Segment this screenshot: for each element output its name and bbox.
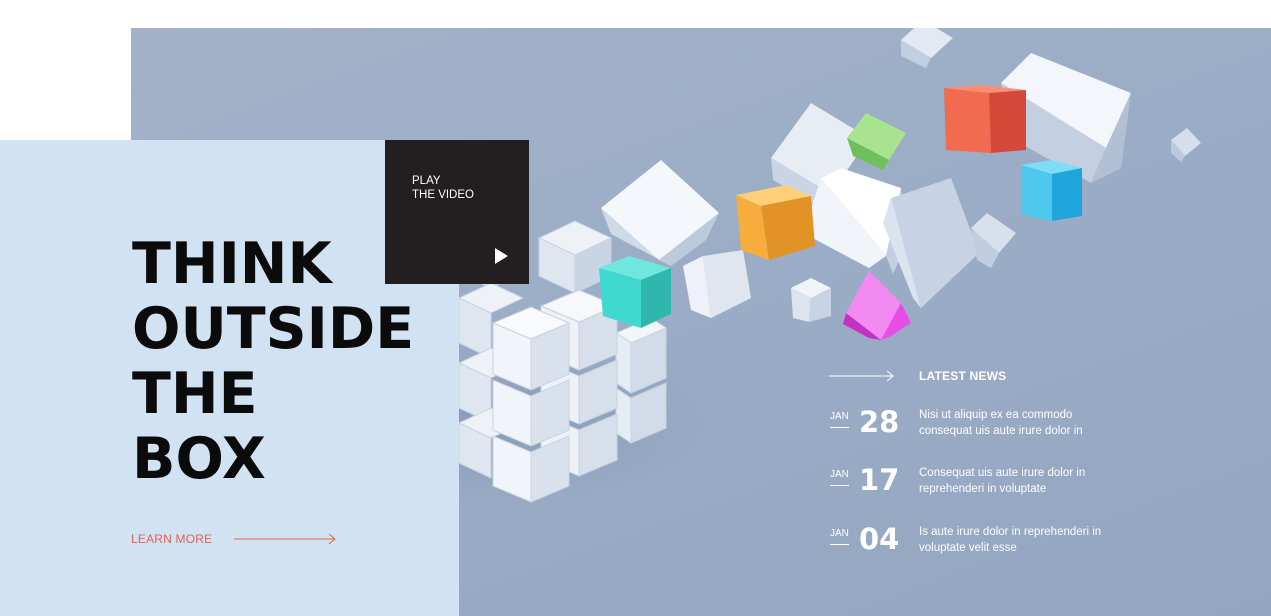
- headline-line: OUTSIDE: [132, 296, 415, 362]
- white-cube-large: [601, 160, 719, 266]
- blue-cube: [1021, 160, 1082, 221]
- play-video-button[interactable]: PLAY THE VIDEO: [385, 140, 529, 284]
- news-text: Consequat uis aute irure dolor in repreh…: [919, 465, 1129, 497]
- white-cube-right: [883, 178, 979, 308]
- latest-news-title: LATEST NEWS: [919, 369, 1007, 383]
- teal-cube: [599, 256, 671, 328]
- news-day: 04: [859, 522, 900, 556]
- play-video-label-line2: THE VIDEO: [412, 189, 474, 201]
- latest-news: LATEST NEWS JAN 28 Nisi ut aliquip ex ea…: [829, 366, 1129, 556]
- learn-more-link[interactable]: LEARN MORE: [131, 530, 338, 548]
- news-month: JAN: [830, 469, 849, 486]
- white-cube-medium: [683, 250, 751, 318]
- magenta-cube: [843, 271, 911, 340]
- news-text-line: Nisi ut aliquip ex ea commodo: [919, 409, 1073, 421]
- orange-cube: [736, 185, 815, 260]
- news-text: Is aute irure dolor in reprehenderi in v…: [919, 524, 1129, 556]
- news-day: 28: [859, 405, 900, 439]
- news-text: Nisi ut aliquip ex ea commodo consequat …: [919, 407, 1129, 439]
- news-text-line: consequat uis aute irure dolor in: [919, 425, 1083, 437]
- headline-line: BOX: [132, 426, 266, 492]
- news-month: JAN: [830, 411, 849, 428]
- news-text-line: voluptate velit esse: [919, 542, 1017, 554]
- arrow-right-icon: [829, 370, 894, 382]
- page-title: THINK OUTSIDE THE BOX: [132, 232, 414, 492]
- green-cube: [847, 113, 906, 170]
- play-video-label-line1: PLAY: [412, 175, 441, 187]
- small-cube-center: [791, 278, 831, 322]
- news-day: 17: [859, 463, 900, 497]
- news-text-line: Consequat uis aute irure dolor in: [919, 467, 1086, 479]
- play-icon: [495, 248, 508, 264]
- latest-news-header: LATEST NEWS: [829, 366, 1129, 386]
- learn-more-label: LEARN MORE: [131, 532, 213, 546]
- headline-line: THE: [132, 361, 258, 427]
- news-item[interactable]: JAN 17 Consequat uis aute irure dolor in…: [829, 463, 1129, 500]
- small-cube-top: [901, 28, 953, 68]
- play-video-label: PLAY THE VIDEO: [412, 174, 474, 202]
- red-cube: [944, 85, 1026, 153]
- news-text-line: reprehenderi in voluptate: [919, 483, 1047, 495]
- news-text-line: Is aute irure dolor in reprehenderi in: [919, 526, 1102, 538]
- arrow-right-icon: [234, 533, 337, 545]
- news-month: JAN: [830, 528, 849, 545]
- small-cube-far-right: [1171, 128, 1201, 162]
- headline-line: THINK: [132, 231, 332, 297]
- small-cube-mid-right: [971, 213, 1016, 268]
- news-item[interactable]: JAN 04 Is aute irure dolor in reprehende…: [829, 522, 1129, 559]
- news-item[interactable]: JAN 28 Nisi ut aliquip ex ea commodo con…: [829, 405, 1129, 442]
